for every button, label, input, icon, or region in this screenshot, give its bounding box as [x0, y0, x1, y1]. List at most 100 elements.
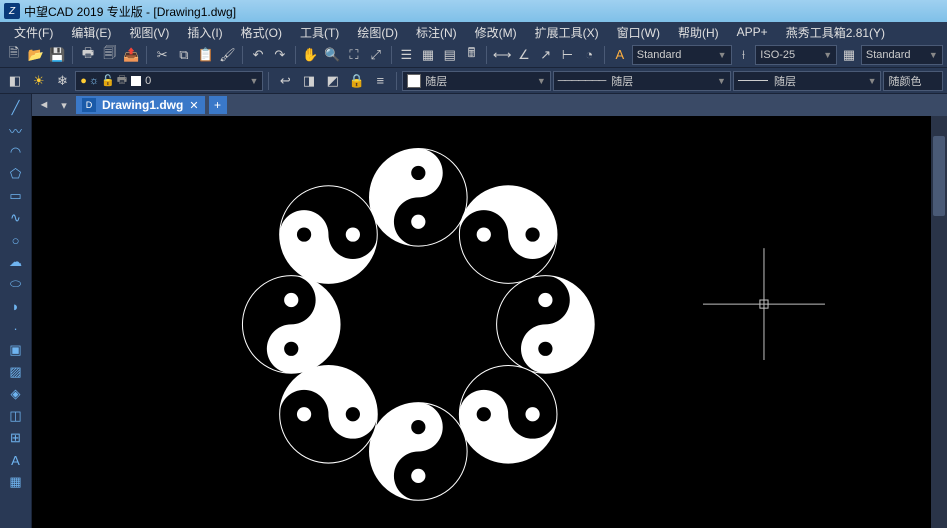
menu-file[interactable]: 文件(F)	[6, 22, 61, 43]
file-tab[interactable]: D Drawing1.dwg ✕	[76, 96, 205, 114]
cut-icon[interactable]: ✂	[152, 44, 172, 66]
menu-view[interactable]: 视图(V)	[121, 22, 177, 43]
menu-yanxiu[interactable]: 燕秀工具箱2.81(Y)	[778, 22, 893, 43]
menu-app[interactable]: APP+	[729, 23, 776, 41]
text-style-combo[interactable]: Standard ▼	[632, 45, 732, 65]
dim-arrow-icon[interactable]: ↗	[536, 44, 556, 66]
circle-icon[interactable]: ○	[4, 230, 28, 250]
color-combo[interactable]: 随层 ▼	[402, 71, 551, 91]
text-style-icon[interactable]: A	[610, 44, 630, 66]
titlebar: Z 中望CAD 2019 专业版 - [Drawing1.dwg]	[0, 0, 947, 22]
spline-icon[interactable]: ∿	[4, 208, 28, 228]
zoom-extents-icon[interactable]: ⤢	[366, 44, 386, 66]
dim-style-combo[interactable]: ISO-25 ▼	[755, 45, 837, 65]
draw-toolbar: ╱ 〰 ◠ ⬠ ▭ ∿ ○ ☁ ⬭ ◗ · ▣ ▨ ◈ ◫ ⊞ A ▦	[0, 94, 32, 528]
chevron-down-icon: ▼	[537, 76, 546, 86]
ellipse-icon[interactable]: ⬭	[4, 274, 28, 294]
menu-extend[interactable]: 扩展工具(X)	[527, 22, 607, 43]
close-icon[interactable]: ✕	[189, 99, 198, 112]
redo-icon[interactable]: ↷	[270, 44, 290, 66]
chevron-down-icon: ▼	[249, 76, 258, 86]
calc-icon[interactable]: 🖩	[462, 44, 482, 66]
rectangle-icon[interactable]: ▭	[4, 186, 28, 206]
hatch-icon[interactable]: ▨	[4, 362, 28, 382]
table-icon[interactable]: ⊞	[4, 428, 28, 448]
save-icon[interactable]: 💾	[48, 44, 68, 66]
menu-tools[interactable]: 工具(T)	[292, 22, 347, 43]
lineweight-combo[interactable]: 随层 ▼	[733, 71, 882, 91]
tool-palette-icon[interactable]: ▤	[440, 44, 460, 66]
block-icon[interactable]: ▣	[4, 340, 28, 360]
layer-lock-icon[interactable]: 🔒	[346, 70, 368, 92]
pan-icon[interactable]: ✋	[301, 44, 321, 66]
scrollbar-thumb[interactable]	[933, 136, 945, 216]
menu-dimension[interactable]: 标注(N)	[408, 22, 465, 43]
table-style-icon[interactable]: ▦	[839, 44, 859, 66]
arc-icon[interactable]: ◠	[4, 142, 28, 162]
separator	[486, 46, 487, 64]
dim-style-value: ISO-25	[760, 49, 795, 61]
publish-icon[interactable]: 📤	[122, 44, 142, 66]
zoom-icon[interactable]: 🔍	[322, 44, 342, 66]
chevron-down-icon: ▼	[718, 50, 727, 60]
vertical-scrollbar[interactable]	[931, 116, 947, 528]
separator	[242, 46, 243, 64]
design-center-icon[interactable]: ▦	[418, 44, 438, 66]
lineweight-value: 随层	[774, 73, 796, 89]
add-tab-button[interactable]: +	[209, 96, 227, 114]
layer-manager-icon[interactable]: ◧	[4, 70, 26, 92]
menu-window[interactable]: 窗口(W)	[609, 22, 668, 43]
menu-format[interactable]: 格式(O)	[233, 22, 290, 43]
copy-icon[interactable]: ⧉	[174, 44, 194, 66]
zoom-window-icon[interactable]: ⛶	[344, 44, 364, 66]
gradient-icon[interactable]: ◈	[4, 384, 28, 404]
layer-on-icon[interactable]: ☀	[28, 70, 50, 92]
dim-style-icon[interactable]: ⟊	[734, 44, 754, 66]
revcloud-icon[interactable]: ☁	[4, 252, 28, 272]
layer-match-icon[interactable]: ≡	[369, 70, 391, 92]
open-icon[interactable]: 📂	[26, 44, 46, 66]
menu-edit[interactable]: 编辑(E)	[63, 22, 119, 43]
layer-combo[interactable]: ● ☼ 🔓 🖶 0 ▼	[75, 71, 263, 91]
polyline-icon[interactable]: 〰	[4, 120, 28, 140]
menu-help[interactable]: 帮助(H)	[670, 22, 727, 43]
undo-icon[interactable]: ↶	[248, 44, 268, 66]
menu-insert[interactable]: 插入(I)	[179, 22, 230, 43]
drawing-canvas[interactable]	[32, 116, 947, 528]
layer-iso-icon[interactable]: ◨	[298, 70, 320, 92]
wipeout-icon[interactable]: ▦	[4, 472, 28, 492]
tab-prev-icon[interactable]: ◄	[36, 99, 52, 111]
dim-ord-icon[interactable]: ⊢	[558, 44, 578, 66]
window-title: 中望CAD 2019 专业版 - [Drawing1.dwg]	[24, 3, 236, 20]
line-icon[interactable]: ╱	[4, 98, 28, 118]
paste-icon[interactable]: 📋	[196, 44, 216, 66]
layer-freeze-icon[interactable]: ❄	[52, 70, 74, 92]
plotstyle-combo[interactable]: 随颜色	[883, 71, 942, 91]
point-icon[interactable]: ·	[4, 318, 28, 338]
mtext-icon[interactable]: A	[4, 450, 28, 470]
region-icon[interactable]: ◫	[4, 406, 28, 426]
polygon-icon[interactable]: ⬠	[4, 164, 28, 184]
menu-draw[interactable]: 绘图(D)	[349, 22, 406, 43]
dim-linear-icon[interactable]: ⟷	[492, 44, 512, 66]
color-value: 随层	[425, 73, 447, 89]
dim-rad-icon[interactable]: ◔	[579, 44, 599, 66]
table-style-combo[interactable]: Standard ▼	[861, 45, 943, 65]
tab-dropdown-icon[interactable]: ▾	[56, 99, 72, 112]
file-tabstrip: ◄ ▾ D Drawing1.dwg ✕ +	[32, 94, 947, 116]
linetype-preview-icon: ───────	[558, 75, 606, 87]
match-icon[interactable]: 🖌	[218, 44, 238, 66]
properties-icon[interactable]: ☰	[396, 44, 416, 66]
print-icon[interactable]: 🖶	[78, 44, 98, 66]
print-preview-icon[interactable]: 🗐	[100, 44, 120, 66]
menu-modify[interactable]: 修改(M)	[467, 22, 525, 43]
file-tab-label: Drawing1.dwg	[102, 98, 183, 112]
linetype-combo[interactable]: ─────── 随层 ▼	[553, 71, 731, 91]
layer-off-icon[interactable]: ◩	[322, 70, 344, 92]
chevron-down-icon: ▼	[929, 50, 938, 60]
layer-prev-icon[interactable]: ↩	[274, 70, 296, 92]
new-icon[interactable]: 🗎	[4, 44, 24, 66]
dim-angle-icon[interactable]: ∠	[514, 44, 534, 66]
app-logo-icon: Z	[4, 3, 20, 19]
ellipse-arc-icon[interactable]: ◗	[4, 296, 28, 316]
